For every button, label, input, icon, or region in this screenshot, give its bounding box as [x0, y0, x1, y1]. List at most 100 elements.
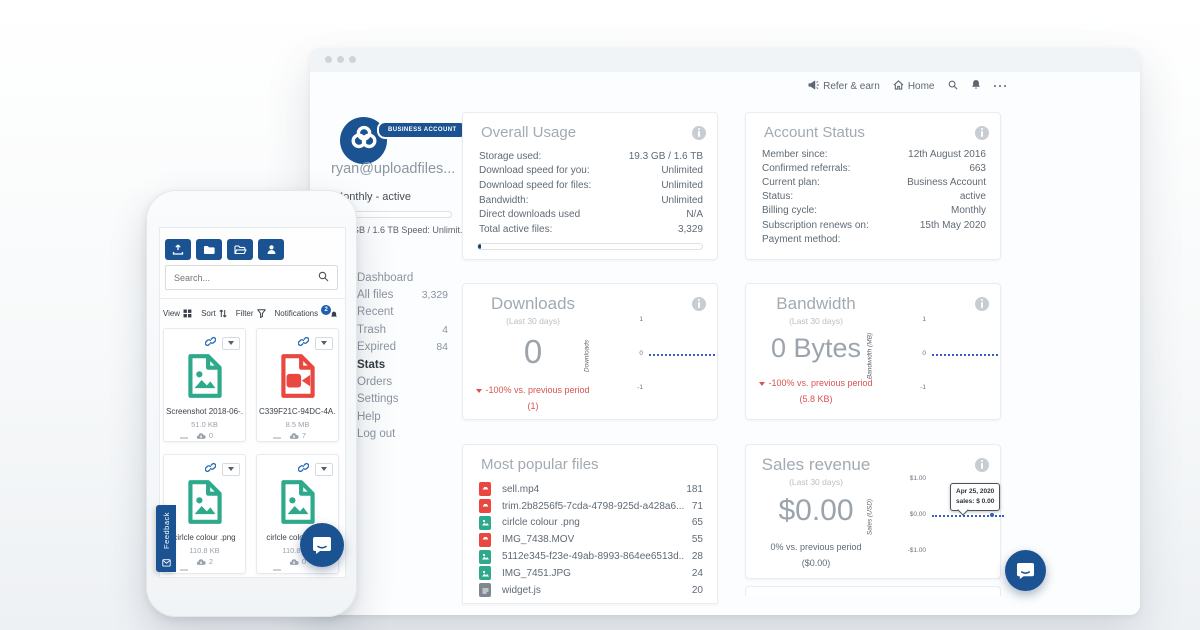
- sidebar-item-logout[interactable]: Log out: [357, 426, 448, 443]
- file-row[interactable]: widget.js 20: [479, 582, 703, 599]
- file-card[interactable]: Screenshot 2018-06-... 51.0 KB 0: [163, 328, 246, 442]
- business-account-badge: BUSINESS ACCOUNT: [377, 121, 468, 139]
- file-row[interactable]: 5112e345-f23e-49ab-8993-864ee6513d... 28: [479, 548, 703, 565]
- flat-line-series: [649, 354, 715, 356]
- card-title: Bandwidth: [752, 294, 880, 314]
- refer-earn-label: Refer & earn: [823, 81, 880, 92]
- folder-open-icon: [234, 245, 247, 255]
- more-menu-icon[interactable]: [994, 85, 1007, 88]
- chat-launcher-button[interactable]: [300, 523, 344, 567]
- sidebar-item-dashboard[interactable]: Dashboard: [357, 269, 448, 286]
- open-folder-button[interactable]: [227, 239, 253, 260]
- grid-view-icon: [183, 309, 192, 318]
- sidebar-item-recent[interactable]: Recent: [357, 304, 448, 321]
- account-status-rows: Member since:12th August 2016 Confirmed …: [762, 147, 986, 246]
- chat-launcher-button[interactable]: [1005, 550, 1046, 591]
- notifications-control[interactable]: Notifications 2: [275, 308, 343, 318]
- search-input[interactable]: [166, 273, 318, 283]
- partial-next-card: [745, 586, 1001, 596]
- sidebar-item-stats[interactable]: Stats: [357, 356, 448, 373]
- chat-bubble-icon: [312, 536, 332, 555]
- home-link[interactable]: Home: [893, 80, 935, 93]
- overall-usage-card: Overall Usage Storage used:19.3 GB / 1.6…: [462, 112, 718, 260]
- info-icon[interactable]: [975, 126, 989, 140]
- overall-usage-rows: Storage used:19.3 GB / 1.6 TB Download s…: [479, 149, 703, 237]
- card-menu-button[interactable]: [315, 463, 333, 476]
- refer-earn-link[interactable]: Refer & earn: [808, 80, 880, 93]
- top-navbar: Refer & earn Home: [310, 79, 1006, 93]
- file-row[interactable]: sell.mp4 181: [479, 481, 703, 498]
- copy-link-icon[interactable]: [205, 334, 216, 352]
- card-title: Sales revenue: [752, 455, 880, 475]
- all-files-count: 3,329: [422, 289, 448, 301]
- file-row[interactable]: IMG_7438.MOV 55: [479, 531, 703, 548]
- envelope-icon: [162, 559, 171, 567]
- bell-icon: [330, 311, 338, 319]
- window-controls[interactable]: [325, 56, 356, 63]
- download-count-icon: [289, 558, 299, 566]
- window-titlebar: [310, 48, 1140, 72]
- image-file-icon: [479, 516, 491, 530]
- sidebar-item-help[interactable]: Help: [357, 408, 448, 425]
- video-file-icon: [273, 351, 323, 406]
- uploadfiles-logo-icon: [347, 121, 381, 160]
- chevron-down-icon: [321, 341, 327, 345]
- video-file-icon: [479, 482, 491, 496]
- trash-count: 4: [442, 324, 448, 336]
- phone-search-box: [165, 265, 338, 290]
- file-row[interactable]: IMG_7451.JPG 24: [479, 565, 703, 582]
- file-card[interactable]: C339F21C-94DC-4A... 8.5 MB 7: [256, 328, 339, 442]
- sidebar-item-trash[interactable]: Trash4: [357, 321, 448, 338]
- data-point: [990, 513, 994, 517]
- phone-toolbar: View Sort Filter Notifications 2: [160, 302, 345, 324]
- page: Refer & earn Home BUS: [0, 0, 1200, 630]
- divider: [180, 569, 188, 571]
- bandwidth-delta: -100% vs. previous period (5.8 KB): [768, 378, 872, 404]
- sort-control[interactable]: Sort: [201, 309, 227, 318]
- chat-bubble-icon: [1016, 562, 1035, 580]
- image-file-icon: [180, 351, 230, 406]
- bandwidth-card: Bandwidth (Last 30 days) 0 Bytes -100% v…: [745, 283, 1001, 420]
- phone-action-buttons: [165, 239, 284, 260]
- popular-files-card: Most popular files sell.mp4 181 trim.2b8…: [462, 444, 718, 604]
- popular-files-list: sell.mp4 181 trim.2b8256f5-7cda-4798-925…: [479, 481, 703, 599]
- bell-icon[interactable]: [971, 79, 981, 93]
- divider: [160, 298, 345, 299]
- search-icon[interactable]: [318, 269, 329, 287]
- sidebar-item-expired[interactable]: Expired84: [357, 339, 448, 356]
- expired-count: 84: [436, 341, 448, 353]
- copy-link-icon[interactable]: [205, 460, 216, 478]
- feedback-tab[interactable]: Feedback: [156, 505, 176, 572]
- account-email: ryan@uploadfiles...: [331, 161, 476, 177]
- home-label: Home: [908, 81, 935, 92]
- sidebar-item-all-files[interactable]: All files3,329: [357, 286, 448, 303]
- copy-link-icon[interactable]: [298, 460, 309, 478]
- account-button[interactable]: [258, 239, 284, 260]
- search-icon[interactable]: [948, 80, 958, 93]
- downloads-value: 0: [469, 333, 597, 371]
- copy-link-icon[interactable]: [298, 334, 309, 352]
- person-icon: [266, 244, 277, 255]
- folder-button[interactable]: [196, 239, 222, 260]
- info-icon[interactable]: [692, 126, 706, 140]
- card-menu-button[interactable]: [222, 337, 240, 350]
- sales-revenue-card: Sales revenue (Last 30 days) $0.00 0% vs…: [745, 444, 1001, 579]
- file-row[interactable]: trim.2b8256f5-7cda-4798-925d-a428a6... 7…: [479, 498, 703, 515]
- sidebar-item-settings[interactable]: Settings: [357, 391, 448, 408]
- upload-button[interactable]: [165, 239, 191, 260]
- download-count-icon: [196, 558, 206, 566]
- view-toggle[interactable]: View: [163, 309, 192, 318]
- sales-chart: Sales (USD) $1.00 $0.00 -$1.00 Apr 25, 2…: [892, 467, 1000, 567]
- file-row[interactable]: cirlcle colour .png 65: [479, 515, 703, 532]
- bandwidth-value: 0 Bytes: [752, 333, 880, 364]
- downloads-chart: Downloads 1 0 -1: [609, 306, 717, 406]
- account-status-card: Account Status Member since:12th August …: [745, 112, 1001, 260]
- caret-down-icon: [476, 389, 482, 393]
- filter-control[interactable]: Filter: [236, 309, 266, 318]
- card-title: Overall Usage: [481, 124, 576, 141]
- sidebar-item-orders[interactable]: Orders: [357, 373, 448, 390]
- card-menu-button[interactable]: [315, 337, 333, 350]
- app-window: Refer & earn Home BUS: [310, 48, 1140, 615]
- download-count-icon: [196, 432, 206, 440]
- card-menu-button[interactable]: [222, 463, 240, 476]
